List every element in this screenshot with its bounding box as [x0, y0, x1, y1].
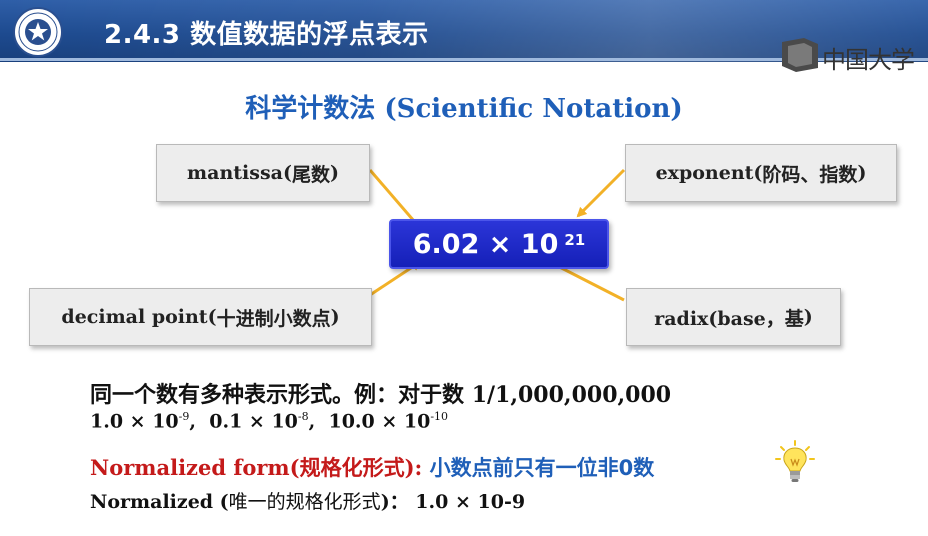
- mantissa-label-cn: 尾数: [291, 163, 330, 186]
- normalized-form-definition: Normalized form(规格化形式): 小数点前只有一位非0数: [90, 452, 654, 482]
- exponent-box: exponent(阶码、指数): [625, 144, 897, 202]
- repr-c: 10.0 × 10: [328, 410, 431, 433]
- mantissa-label-close: ): [329, 162, 339, 184]
- arrow-exponent: [576, 168, 626, 218]
- decimal-label-close: ): [330, 306, 340, 328]
- radix-label-cn: 基: [784, 307, 804, 330]
- mooc-brand-text: 中国大学: [822, 46, 915, 74]
- exponent-label-close: ): [857, 162, 867, 184]
- unique-normalized-form: Normalized (唯一的规格化形式)： 1.0 × 10-9: [90, 487, 525, 514]
- exponent-label-en: exponent(: [655, 162, 763, 184]
- repr-c-exp: -10: [430, 410, 449, 423]
- formula-base: 6.02 × 10: [412, 228, 559, 260]
- repr-sep: ,: [189, 410, 210, 433]
- unique-form-en: Normalized (: [90, 491, 229, 513]
- radix-label-close: ): [803, 306, 813, 328]
- subtitle-cn: 科学计数法: [245, 94, 376, 124]
- exponent-label-cn: 阶码、指数: [762, 163, 858, 186]
- repr-a: 1.0 × 10: [90, 410, 179, 433]
- radix-box: radix(base，基): [626, 288, 841, 346]
- unique-form-close: )：: [380, 491, 409, 513]
- subtitle-en: (Scientific Notation): [384, 94, 683, 124]
- repr-a-exp: -9: [178, 410, 190, 423]
- decimal-point-box: decimal point(十进制小数点): [29, 288, 372, 346]
- decimal-label-cn: 十进制小数点: [216, 307, 331, 330]
- section-subtitle: 科学计数法 (Scientific Notation): [0, 88, 928, 125]
- decimal-label-en: decimal point(: [61, 306, 217, 328]
- lightbulb-icon: [775, 440, 815, 482]
- normalized-form-en: Normalized form(: [90, 455, 300, 480]
- university-seal-icon: [13, 7, 63, 57]
- mantissa-box: mantissa(尾数): [156, 144, 370, 202]
- normalized-form-cn: 规格化形式: [299, 456, 405, 480]
- example-intro: 同一个数有多种表示形式。例：对于数 1/1,000,000,000: [90, 377, 671, 409]
- unique-form-value: 1.0 × 10-9: [408, 491, 526, 513]
- example-number: 1/1,000,000,000: [471, 382, 672, 408]
- example-representations: 1.0 × 10-9, 0.1 × 10-8, 10.0 × 10-10: [90, 410, 448, 432]
- normalized-form-rule: 小数点前只有一位非0数: [422, 456, 655, 480]
- normalized-form-close: ):: [404, 455, 423, 480]
- repr-sep: ,: [308, 410, 329, 433]
- repr-b-exp: -8: [297, 410, 309, 423]
- example-intro-cn: 同一个数有多种表示形式。例：对于数: [90, 383, 465, 408]
- slide-title: 2.4.3 数值数据的浮点表示: [104, 20, 429, 50]
- unique-form-cn: 唯一的规格化形式: [228, 491, 381, 513]
- mantissa-label-en: mantissa(: [187, 162, 292, 184]
- formula-exponent: 21: [564, 231, 586, 249]
- radix-label-en: radix(base，: [654, 307, 785, 330]
- scientific-formula: 6.02 × 10 21: [389, 219, 609, 269]
- repr-b: 0.1 × 10: [209, 410, 298, 433]
